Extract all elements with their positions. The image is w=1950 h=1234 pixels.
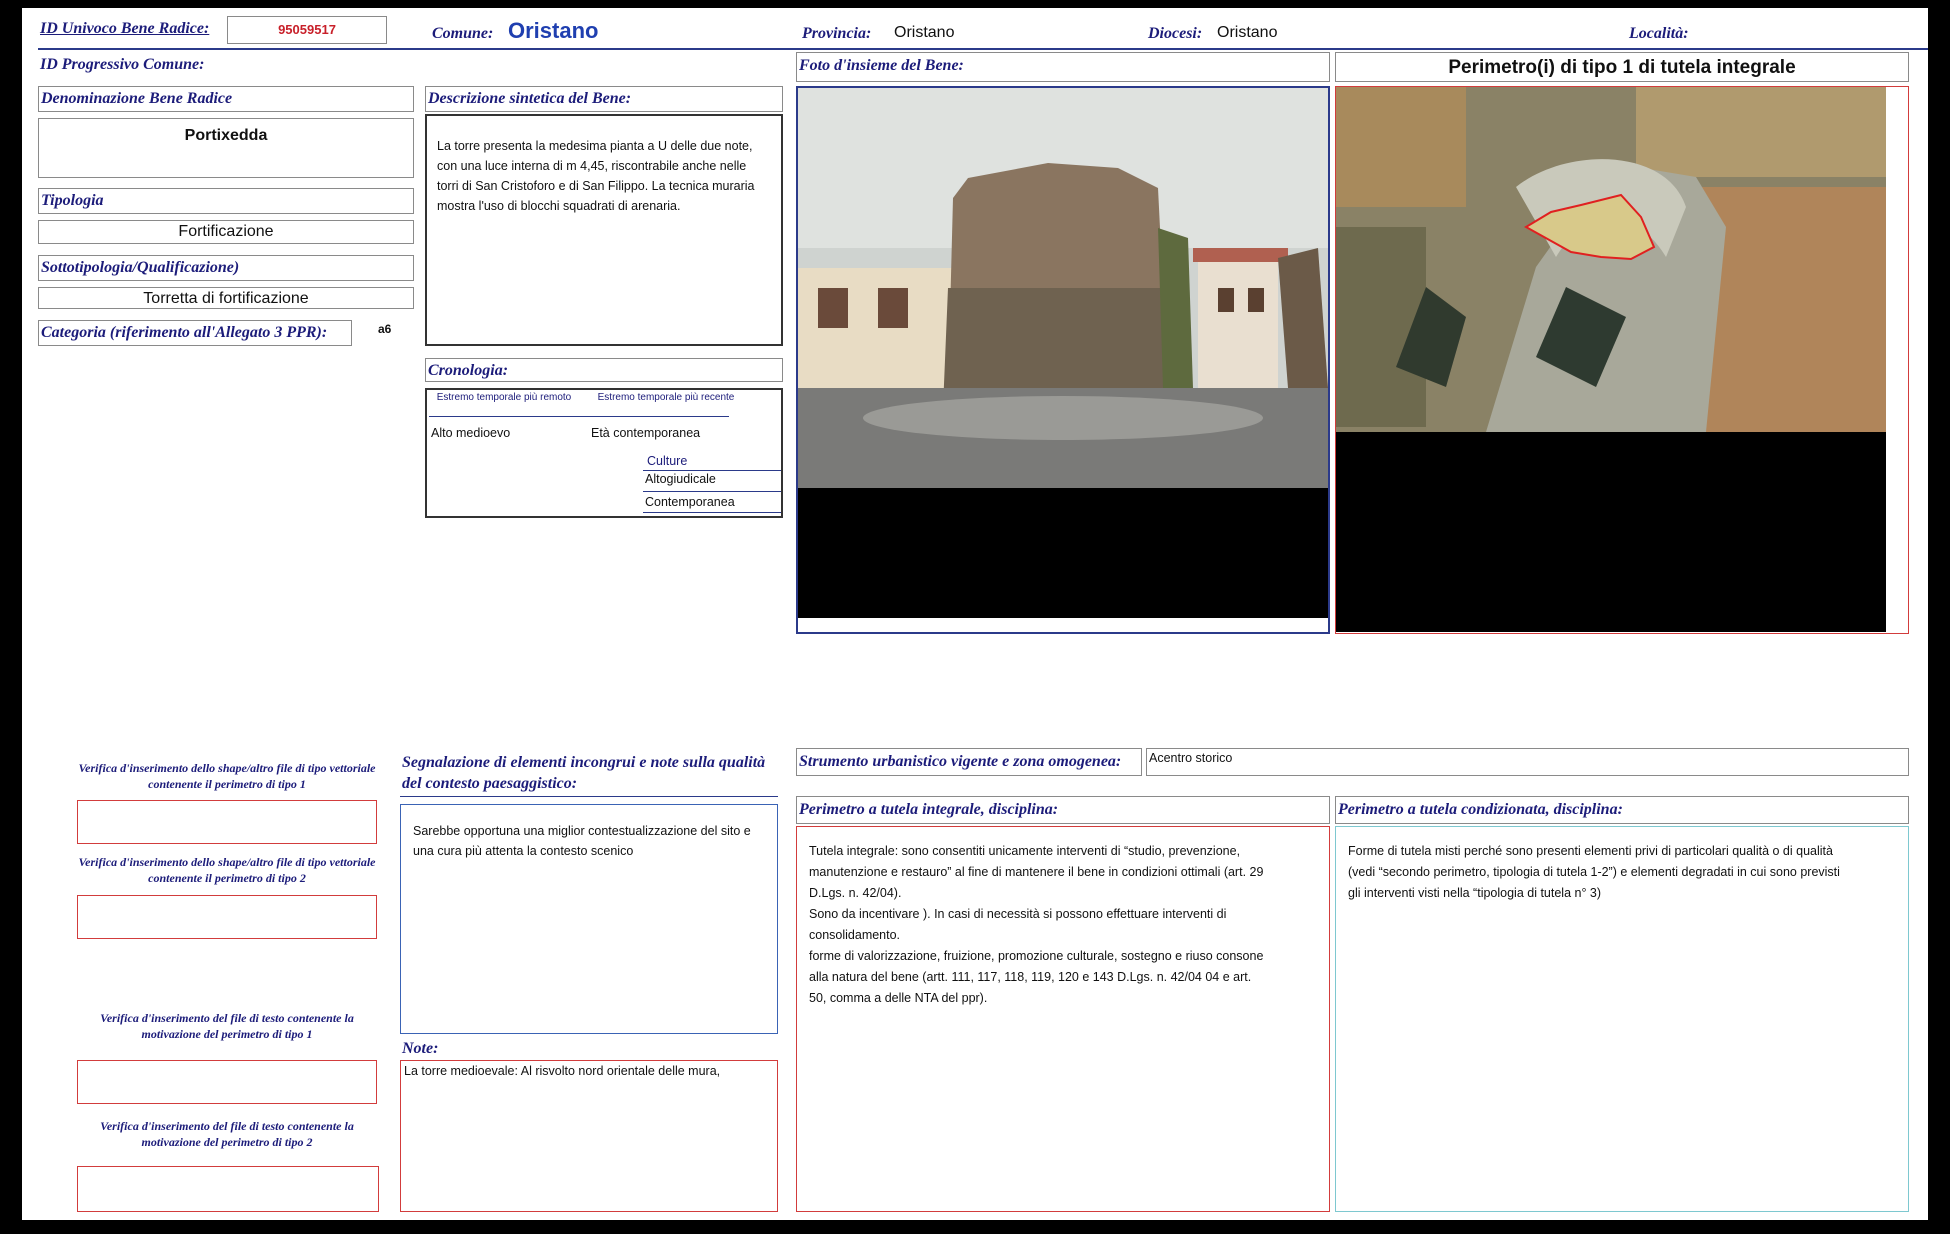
text-line: D.Lgs. n. 42/04).	[809, 886, 902, 900]
tutela-condizionata-header: Perimetro a tutela condizionata, discipl…	[1335, 796, 1909, 824]
foto-header: Foto d'insieme del Bene:	[796, 52, 1330, 82]
aerial-map	[1336, 87, 1886, 632]
tutela-integrale-label: Perimetro a tutela integrale, disciplina…	[799, 801, 1059, 818]
categoria-header: Categoria (riferimento all'Allegato 3 PP…	[38, 320, 352, 346]
note-text: La torre medioevale: Al risvolto nord or…	[404, 1064, 721, 1078]
strumento-box: Acentro storico	[1146, 748, 1909, 776]
remoto-value: Alto medioevo	[431, 426, 511, 440]
header-divider	[38, 48, 1928, 50]
tutela-integrale-box: Tutela integrale: sono consentiti unicam…	[796, 826, 1330, 1212]
tipologia-label: Tipologia	[41, 192, 104, 209]
text-line: Sono da incentivare ). In casi di necess…	[809, 907, 1227, 921]
sottotipologia-value: Torretta di fortificazione	[143, 290, 309, 307]
recente-value: Età contemporanea	[591, 426, 701, 440]
verifica-text: Verifica d'inserimento dello shape/altro…	[78, 855, 376, 885]
tutela-condizionata-text: Forme di tutela misti perché sono presen…	[1348, 841, 1903, 904]
diocesi-label: Diocesi:	[1148, 25, 1203, 42]
verifica-input[interactable]	[77, 1166, 379, 1212]
strumento-header: Strumento urbanistico vigente e zona omo…	[796, 748, 1142, 776]
segnalazione-box: Sarebbe opportuna una miglior contestual…	[400, 804, 778, 1034]
segnalazione-divider	[400, 796, 778, 797]
strumento-label: Strumento urbanistico vigente e zona omo…	[799, 753, 1122, 770]
col-recente-header: Estremo temporale più recente	[597, 392, 735, 403]
sottotipologia-header: Sottotipologia/Qualificazione)	[38, 255, 414, 281]
denominazione-header: Denominazione Bene Radice	[38, 86, 414, 112]
text-line: Forme di tutela misti perché sono presen…	[1348, 844, 1833, 858]
denominazione-label: Denominazione Bene Radice	[41, 90, 233, 107]
segnalazione-label: Segnalazione di elementi incongrui e not…	[402, 754, 766, 792]
culture-divider	[643, 470, 781, 471]
verifica-text: Verifica d'inserimento del file di testo…	[100, 1119, 354, 1149]
culture-label: Culture	[647, 454, 688, 468]
tutela-condizionata-label: Perimetro a tutela condizionata, discipl…	[1338, 801, 1623, 818]
foto-label: Foto d'insieme del Bene:	[799, 57, 964, 74]
sottotipologia-label: Sottotipologia/Qualificazione)	[41, 259, 240, 276]
categoria-label: Categoria (riferimento all'Allegato 3 PP…	[41, 324, 328, 341]
segnalazione-text: Sarebbe opportuna una miglior contestual…	[413, 824, 751, 858]
note-box: La torre medioevale: Al risvolto nord or…	[400, 1060, 778, 1212]
text-line: 50, comma a delle NTA del ppr).	[809, 991, 988, 1005]
tutela-condizionata-box: Forme di tutela misti perché sono presen…	[1335, 826, 1909, 1212]
localita-label: Località:	[1629, 25, 1689, 42]
cronologia-label: Cronologia:	[428, 362, 509, 379]
verifica-input[interactable]	[77, 800, 377, 844]
tipologia-header: Tipologia	[38, 188, 414, 214]
foto-box	[796, 86, 1330, 634]
diocesi-value: Oristano	[1217, 24, 1278, 41]
denominazione-box: Portixedda	[38, 118, 414, 178]
id-univoco-value: 95059517	[227, 16, 387, 44]
perimetro-title: Perimetro(i) di tipo 1 di tutela integra…	[1448, 57, 1796, 78]
col-remoto-header: Estremo temporale più remoto	[436, 392, 572, 403]
culture-divider	[643, 491, 781, 492]
provincia-value: Oristano	[894, 24, 955, 41]
sottotipologia-box: Torretta di fortificazione	[38, 287, 414, 309]
descrizione-text: La torre presenta la medesima pianta a U…	[437, 139, 755, 213]
note-label: Note:	[402, 1040, 439, 1057]
descrizione-box: La torre presenta la medesima pianta a U…	[425, 114, 783, 346]
text-line: alla natura del bene (artt. 111, 117, 11…	[809, 970, 1252, 984]
text-line: Tutela integrale: sono consentiti unicam…	[809, 844, 1241, 858]
tutela-integrale-header: Perimetro a tutela integrale, disciplina…	[796, 796, 1330, 824]
strumento-value: Acentro storico	[1149, 751, 1233, 765]
tower-photo	[798, 88, 1328, 618]
perimetro-header: Perimetro(i) di tipo 1 di tutela integra…	[1335, 52, 1909, 82]
cronologia-table: Estremo temporale più remoto Estremo tem…	[425, 388, 783, 518]
culture-divider	[643, 512, 781, 513]
verifica-text: Verifica d'inserimento del file di testo…	[100, 1011, 354, 1041]
tutela-integrale-text: Tutela integrale: sono consentiti unicam…	[809, 841, 1324, 1009]
text-line: forme di valorizzazione, fruizione, prom…	[809, 949, 1264, 963]
cronologia-header-divider	[429, 416, 729, 417]
id-univoco-label: ID Univoco Bene Radice:	[40, 20, 210, 37]
verifica-text: Verifica d'inserimento dello shape/altro…	[78, 761, 376, 791]
tipologia-box: Fortificazione	[38, 220, 414, 244]
text-line: gli interventi visti nella “tipologia di…	[1348, 886, 1602, 900]
text-line: (vedi “secondo perimetro, tipologia di t…	[1348, 865, 1840, 879]
cronologia-header: Cronologia:	[425, 358, 783, 382]
descrizione-header: Descrizione sintetica del Bene:	[425, 86, 783, 112]
culture-item: Altogiudicale	[645, 472, 716, 486]
categoria-value: a6	[378, 322, 392, 336]
text-line: manutenzione e restauro” al fine di mant…	[809, 865, 1264, 879]
tipologia-value: Fortificazione	[178, 223, 274, 240]
perimetro-box	[1335, 86, 1909, 634]
id-progressivo-label: ID Progressivo Comune:	[40, 56, 205, 73]
descrizione-label: Descrizione sintetica del Bene:	[428, 90, 632, 107]
verifica-input[interactable]	[77, 895, 377, 939]
provincia-label: Provincia:	[802, 25, 872, 42]
verifica-input[interactable]	[77, 1060, 377, 1104]
comune-label: Comune:	[432, 25, 494, 42]
culture-item: Contemporanea	[645, 495, 735, 509]
comune-value: Oristano	[508, 18, 599, 43]
scheda-bene: ID Univoco Bene Radice: 95059517 Comune:…	[22, 8, 1928, 1220]
denominazione-value: Portixedda	[184, 127, 268, 144]
text-line: consolidamento.	[809, 928, 901, 942]
